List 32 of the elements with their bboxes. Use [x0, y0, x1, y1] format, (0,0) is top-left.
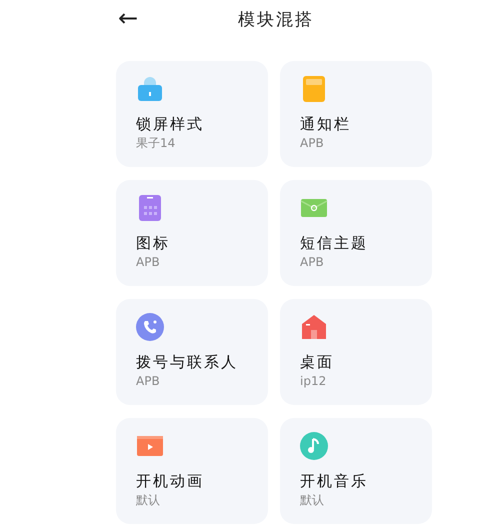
- tile-title: 开机音乐: [300, 472, 369, 492]
- tile-subtitle: 默认: [300, 492, 325, 508]
- tile-title: 短信主题: [300, 234, 369, 254]
- tile-subtitle: APB: [300, 134, 325, 152]
- tile-subtitle: APB: [300, 254, 325, 270]
- tile-card[interactable]: 锁屏样式 果子14: [116, 61, 268, 167]
- phone-icon: [136, 313, 164, 341]
- tile-card[interactable]: 短信主题 APB: [280, 180, 432, 286]
- tile-card[interactable]: 图标 APB: [116, 180, 268, 286]
- tile-subtitle: APB: [136, 372, 161, 390]
- tile-card[interactable]: 通知栏 APB: [280, 61, 432, 167]
- page-title: 模块混搭: [238, 9, 314, 32]
- tile-title: 桌面: [300, 353, 335, 372]
- tile-title: 锁屏样式: [136, 115, 205, 134]
- tile-title: 拨号与联系人: [136, 353, 239, 372]
- app-grid-icon: [136, 194, 164, 222]
- notification-icon: [300, 75, 328, 103]
- tile-card[interactable]: 开机动画 默认: [116, 418, 268, 524]
- tile-subtitle: ip12: [300, 372, 328, 390]
- tile-subtitle: 默认: [136, 492, 161, 508]
- tile-title: 通知栏: [300, 115, 352, 134]
- tile-title: 开机动画: [136, 472, 205, 492]
- house-icon: [300, 313, 328, 341]
- back-button[interactable]: ←: [114, 4, 142, 32]
- music-note-icon: [300, 432, 328, 460]
- tile-card[interactable]: 拨号与联系人 APB: [116, 299, 268, 405]
- tile-title: 图标: [136, 234, 171, 254]
- tile-subtitle: APB: [136, 254, 161, 270]
- tile-subtitle: 果子14: [136, 134, 176, 152]
- lock-icon: [136, 75, 164, 103]
- tile-card[interactable]: 开机音乐 默认: [280, 418, 432, 524]
- tile-card[interactable]: 桌面 ip12: [280, 299, 432, 405]
